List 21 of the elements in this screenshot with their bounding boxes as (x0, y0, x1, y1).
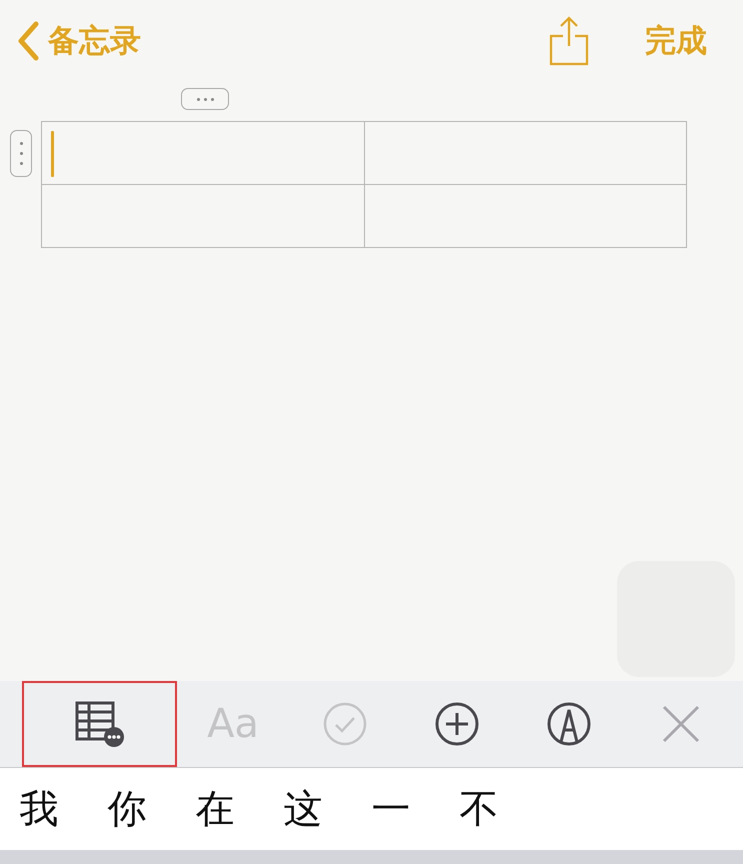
candidate-word[interactable]: 我 (18, 782, 60, 836)
table-button[interactable] (22, 681, 177, 767)
table-cell[interactable] (42, 185, 365, 248)
candidate-word[interactable]: 这 (282, 782, 324, 836)
candidate-word[interactable]: 一 (370, 782, 412, 836)
close-icon (662, 705, 700, 743)
share-icon[interactable] (549, 16, 589, 66)
table-cell[interactable] (365, 185, 687, 248)
checkmark-circle-icon (323, 702, 367, 746)
candidate-word[interactable]: 在 (194, 782, 236, 836)
chevron-left-icon (16, 21, 40, 61)
column-handle[interactable] (181, 88, 229, 110)
table-cell[interactable] (365, 122, 687, 185)
table-icon (74, 701, 124, 747)
text-cursor (51, 131, 54, 177)
row-handle[interactable] (10, 130, 32, 177)
plus-circle-icon (435, 702, 479, 746)
pen-tip-circle-icon (547, 702, 591, 746)
candidate-word[interactable]: 你 (106, 782, 148, 836)
candidate-word[interactable]: 不 (458, 782, 500, 836)
table-cell[interactable] (42, 122, 365, 185)
